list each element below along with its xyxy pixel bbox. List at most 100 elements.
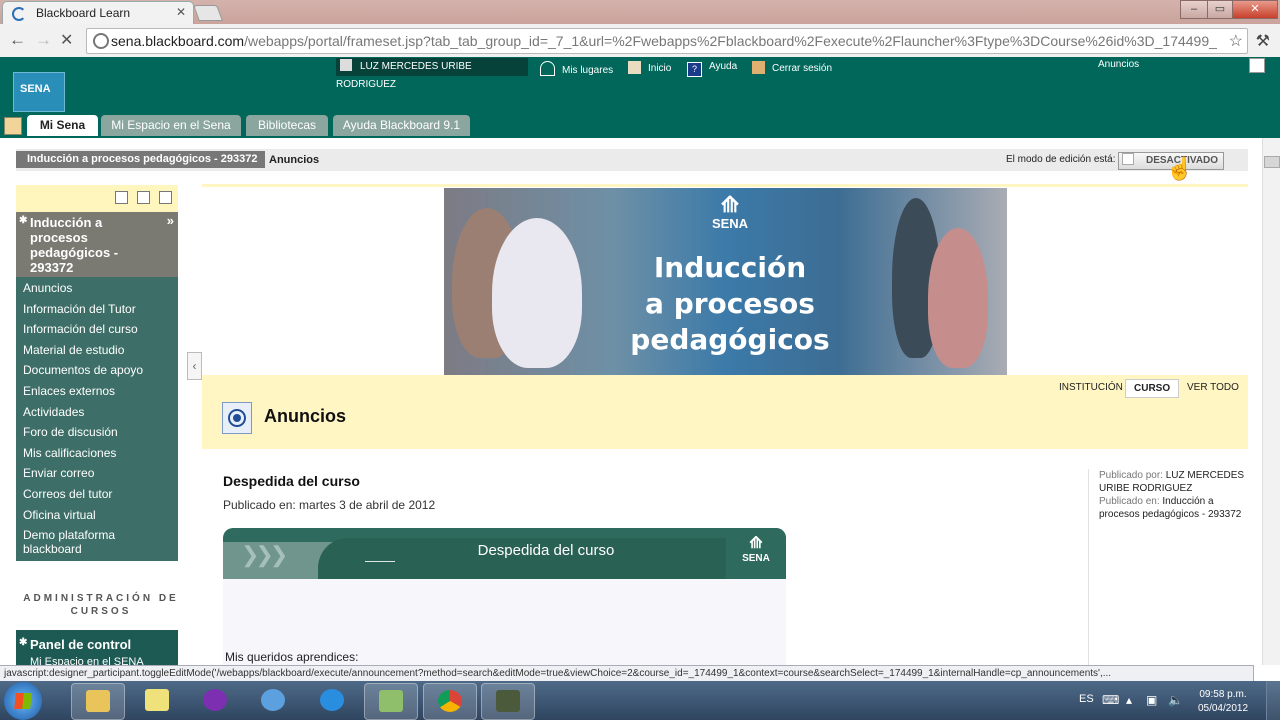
content-top-border (202, 184, 1248, 187)
link-cerrar-sesion[interactable]: Cerrar sesión (752, 61, 832, 74)
meta-by-label: Publicado por: (1099, 470, 1163, 481)
bookmark-star-icon[interactable]: ☆ (1229, 31, 1243, 51)
home-icon (628, 61, 641, 74)
sena-logo[interactable]: SENA (13, 72, 65, 112)
banner-title: Inducción a procesos pedagógicos (630, 251, 830, 356)
course-menu-title: Inducción a procesos pedagógicos - 29337… (30, 215, 119, 275)
menu-item-oficina[interactable]: Oficina virtual (23, 508, 173, 522)
menu-item-anuncios[interactable]: Anuncios (23, 281, 173, 295)
volume-icon[interactable]: 🔈 (1168, 693, 1183, 707)
start-button[interactable] (4, 682, 42, 720)
course-menu-list: Anuncios Información del Tutor Informaci… (16, 277, 178, 561)
notes-taskbar-icon[interactable] (131, 683, 183, 718)
user-tag[interactable]: LUZ MERCEDES URIBE RODRIGUEZ (336, 58, 528, 90)
url-text: sena.blackboard.com/webapps/portal/frame… (111, 33, 1217, 49)
back-icon[interactable]: ← (9, 30, 26, 50)
banner-sena-logo: ⟰ SENA (711, 192, 749, 232)
page-info-icon[interactable] (93, 33, 109, 49)
menu-item-enlaces[interactable]: Enlaces externos (23, 384, 173, 398)
internet-explorer-taskbar-icon[interactable] (306, 683, 358, 718)
filter-institucion[interactable]: INSTITUCIÓN (1059, 379, 1123, 396)
collapse-star-icon: ✱ (19, 637, 28, 648)
windows-icon (14, 693, 32, 709)
announcement-title: Despedida del curso (223, 473, 360, 489)
scrollbar-thumb[interactable] (1264, 156, 1280, 168)
help-icon: ? (687, 62, 702, 77)
tab-bibliotecas[interactable]: Bibliotecas (246, 115, 328, 136)
folder-view-icon[interactable] (137, 191, 150, 204)
edit-mode-label: El modo de edición está: (1006, 154, 1116, 165)
maximize-button[interactable]: ▭ (1207, 0, 1233, 19)
link-inicio[interactable]: Inicio (628, 61, 671, 74)
toggle-box (1122, 153, 1134, 165)
menu-item-calificaciones[interactable]: Mis calificaciones (23, 446, 173, 460)
announcement-meta: Publicado por: LUZ MERCEDES URIBE RODRIG… (1088, 469, 1249, 669)
admin-section-title: ADMINISTRACIÓN DE CURSOS (23, 593, 179, 617)
list-view-icon[interactable] (115, 191, 128, 204)
media-taskbar-icon[interactable] (481, 683, 535, 720)
tab-title: Blackboard Learn (36, 6, 131, 20)
chrome-taskbar-icon[interactable] (423, 683, 477, 720)
chevrons-icon: ❯❯❯ (241, 542, 288, 567)
header-expand-icon[interactable] (1249, 58, 1265, 73)
menu-item-correos-tutor[interactable]: Correos del tutor (23, 487, 173, 501)
menu-item-actividades[interactable]: Actividades (23, 405, 173, 419)
close-window-button[interactable]: ✕ (1232, 0, 1278, 19)
user-name: LUZ MERCEDES URIBE RODRIGUEZ (336, 61, 472, 90)
tab-close-icon[interactable]: ✕ (176, 5, 186, 19)
course-menu-header[interactable]: ✱ Inducción a procesos pedagógicos - 293… (16, 212, 178, 277)
announcements-icon (222, 402, 252, 434)
refresh-icon[interactable] (159, 191, 172, 204)
meta-in-label: Publicado en: (1099, 496, 1160, 507)
forward-icon[interactable]: → (35, 30, 52, 50)
tab-mi-sena[interactable]: Mi Sena (27, 115, 98, 136)
blackboard-header: SENA LUZ MERCEDES URIBE RODRIGUEZ Mis lu… (0, 57, 1280, 138)
announcements-heading: Anuncios (264, 406, 347, 426)
tab-mi-espacio[interactable]: Mi Espacio en el Sena (101, 115, 241, 136)
address-bar[interactable]: sena.blackboard.com/webapps/portal/frame… (86, 28, 1248, 54)
explorer-taskbar-icon[interactable] (71, 683, 125, 720)
app-taskbar-icon[interactable] (364, 683, 418, 720)
announcement-date: Publicado en: martes 3 de abril de 2012 (223, 498, 436, 512)
breadcrumb-course[interactable]: Inducción a procesos pedagógicos - 29337… (16, 151, 266, 168)
browser-tab-blackboard[interactable]: Blackboard Learn ✕ (2, 1, 194, 25)
menu-item-info-tutor[interactable]: Información del Tutor (23, 302, 173, 316)
menu-item-info-curso[interactable]: Información del curso (23, 322, 173, 336)
announcement-banner-text: Despedida del curso (477, 542, 615, 559)
course-menu-toggle-icon[interactable] (4, 117, 22, 135)
keyboard-icon[interactable]: ⌨ (1102, 693, 1119, 707)
minimize-button[interactable]: – (1180, 0, 1208, 19)
network-icon[interactable]: ▣ (1146, 693, 1157, 707)
show-desktop-button[interactable] (1266, 681, 1280, 720)
clock-date: 05/04/2012 (1197, 703, 1249, 714)
collapse-star-icon: ✱ (19, 215, 28, 226)
menu-item-material[interactable]: Material de estudio (23, 343, 173, 357)
breadcrumb-page: Anuncios (269, 154, 320, 166)
link-ayuda[interactable]: ? Ayuda (687, 61, 737, 77)
loading-icon (12, 7, 26, 21)
announcement-banner: ❯❯❯ Despedida del curso ⟰ SENA (223, 528, 786, 579)
header-anuncios: Anuncios (1098, 59, 1140, 70)
yahoo-messenger-taskbar-icon[interactable] (189, 683, 241, 718)
page-scrollbar[interactable] (1262, 138, 1280, 665)
menu-item-demo[interactable]: Demo plataforma blackboard (23, 528, 133, 556)
menu-item-enviar-correo[interactable]: Enviar correo (23, 466, 173, 480)
filter-curso[interactable]: CURSO (1125, 379, 1180, 398)
course-banner-image: ⟰ SENA Inducción a procesos pedagógicos (444, 188, 1007, 375)
menu-expand-icon[interactable]: » (167, 213, 174, 228)
wrench-menu-icon[interactable]: ⚒ (1256, 31, 1270, 51)
tray-expand-icon[interactable]: ▴ (1126, 693, 1132, 707)
system-clock[interactable]: 09:58 p.m. 05/04/2012 (1193, 688, 1253, 716)
people-taskbar-icon[interactable] (247, 683, 299, 718)
language-indicator[interactable]: ES (1079, 693, 1094, 705)
filter-ver-todo[interactable]: VER TODO (1187, 379, 1239, 396)
collapse-menu-button[interactable]: ‹ (187, 352, 202, 380)
hand-cursor-icon: ☝ (1166, 156, 1194, 181)
logout-icon (752, 61, 765, 74)
announcement-greeting: Mis queridos aprendices: (225, 650, 359, 664)
menu-item-documentos[interactable]: Documentos de apoyo (23, 363, 173, 377)
tab-ayuda-blackboard[interactable]: Ayuda Blackboard 9.1 (333, 115, 470, 136)
link-mis-lugares[interactable]: Mis lugares (540, 61, 613, 76)
menu-item-foro[interactable]: Foro de discusión (23, 425, 173, 439)
stop-icon[interactable]: ✕ (60, 30, 73, 50)
